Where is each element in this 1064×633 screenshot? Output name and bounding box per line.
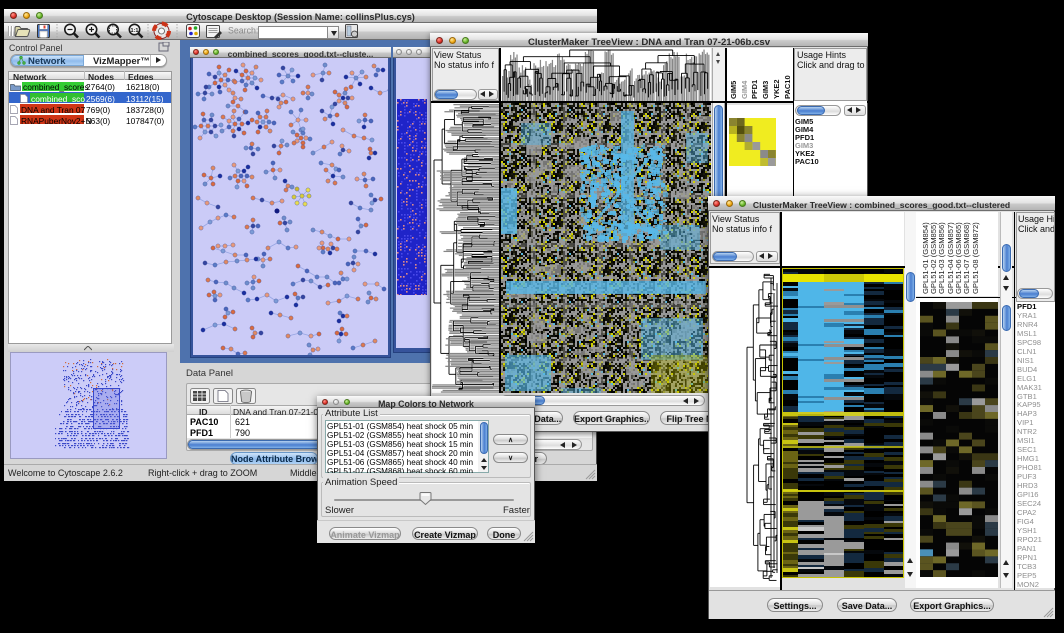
- svg-text:Search:: Search:: [228, 26, 258, 36]
- svg-text:1:1: 1:1: [131, 28, 139, 34]
